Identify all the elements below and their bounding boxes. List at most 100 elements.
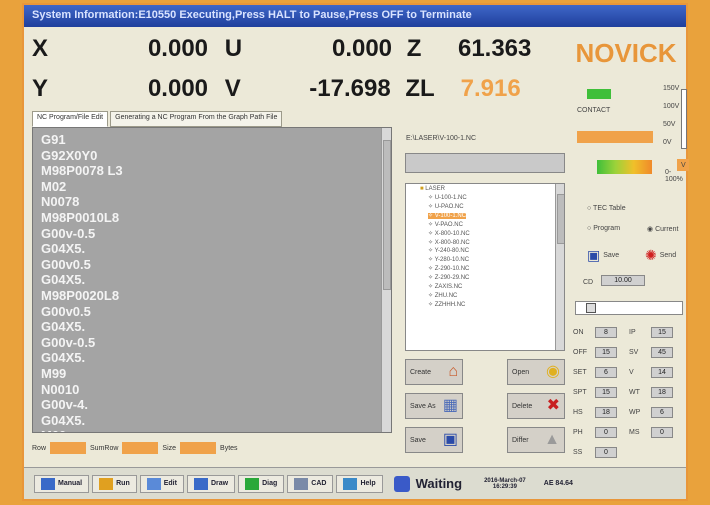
tree-item[interactable]: ✧ V-100-1.NC [428,212,564,221]
program-line[interactable]: N0010 [41,382,383,398]
tree-item[interactable]: ✧ X-800-10.NC [428,230,564,239]
save-button[interactable]: Save ▣ [405,427,463,453]
program-line[interactable]: G92X0Y0 [41,148,383,164]
program-line[interactable]: G91 [41,132,383,148]
taskbar-run-button[interactable]: Run [92,474,137,493]
cd-slider[interactable] [575,301,683,315]
run-icon [99,477,114,490]
program-line[interactable]: G04X5. [41,272,383,288]
program-line[interactable]: G04X5. [41,319,383,335]
tree-root[interactable]: ■ LASER [406,184,564,192]
tree-item[interactable]: ✧ Y-280-10.NC [428,256,564,265]
tree-item[interactable]: ✧ Z-290-29.NC [428,274,564,283]
sumrow-field [122,442,159,454]
delete-button[interactable]: Delete ✖ [507,393,565,419]
brand-logo: NOVICK [575,38,677,68]
program-line[interactable]: G00v0.5 [41,257,383,273]
tree-item[interactable]: ✧ X-800-80.NC [428,239,564,248]
help-icon [343,477,358,490]
io-value[interactable]: 18 [651,387,673,398]
program-lines: G91 G92X0Y0 M98P0078 L3 M02 N0078 M98P0010L8 G… [33,128,391,432]
editor-tabs: NC Program/File Edit Generating a NC Pro… [32,111,284,127]
folder-icon: ■ [420,186,424,192]
file-tree[interactable]: ■ LASER ✧ U-100-1.NC ✧ U-PAO.NC ✧ V-100-1.… [405,183,565,351]
program-editor[interactable]: G91 G92X0Y0 M98P0078 L3 M02 N0078 M98P0010L8 G… [32,127,392,433]
current-option[interactable]: ◉ Current [647,225,678,233]
program-line[interactable]: G00v-4. [41,397,383,413]
edit-icon [146,477,161,490]
size-field [180,442,217,454]
save-as-button[interactable]: Save As ▦ [405,393,463,419]
program-line[interactable]: G00v0.5 [41,304,383,320]
program-line[interactable]: M99 [41,366,383,382]
tree-item[interactable]: ✧ ZAXIS.NC [428,283,564,292]
taskbar-edit-button[interactable]: Edit [139,474,184,493]
send-button[interactable]: ✺ Send [645,247,676,264]
save-ctrl-button[interactable]: ▣ Save [587,247,619,264]
program-line[interactable]: G04X5. [41,241,383,257]
program-line[interactable]: M98P0020L8 [41,288,383,304]
io-label: MS [629,429,640,436]
io-label: PH [573,429,583,436]
taskbar-manual-button[interactable]: Manual [34,474,90,493]
taskbar: Manual Run Edit Draw Diag CAD Help Waiting 201… [24,467,686,499]
program-line[interactable]: N0078 [41,194,383,210]
io-value[interactable]: 0 [651,427,673,438]
tree-item[interactable]: ✧ U-100-1.NC [428,194,564,203]
system-info-bar: System Information:E10550 Executing,Pres… [24,5,686,27]
taskbar-help-button[interactable]: Help [336,474,383,493]
differ-button[interactable]: Differ ▲ [507,427,565,453]
io-label: WT [629,389,640,396]
file-name-field[interactable] [405,153,565,173]
io-label: IP [629,329,636,336]
taskbar-cad-button[interactable]: CAD [287,474,334,493]
program-line[interactable]: G04X5. [41,413,383,429]
tec-table-option[interactable]: ○ TEC Table [587,205,626,212]
taskbar-diag-button[interactable]: Diag [238,474,285,493]
io-value[interactable]: 6 [651,407,673,418]
program-option[interactable]: ○ Program [587,225,620,232]
io-value[interactable]: 15 [651,327,673,338]
program-scrollbar[interactable] [381,128,391,432]
io-value[interactable]: 0 [595,447,617,458]
tree-item[interactable]: ✧ Y-240-80.NC [428,247,564,256]
tree-item[interactable]: ✧ V-PAO.NC [428,221,564,230]
program-line[interactable]: M98P0010L8 [41,210,383,226]
io-label: SPT [573,389,587,396]
io-value[interactable]: 18 [595,407,617,418]
tree-item[interactable]: ✧ Z-290-10.NC [428,265,564,274]
tree-item[interactable]: ✧ ZZHHH.NC [428,301,564,310]
io-label: WP [629,409,641,416]
tab-generate-nc[interactable]: Generating a NC Program From the Graph P… [110,111,283,127]
taskbar-draw-button[interactable]: Draw [186,474,236,493]
program-line[interactable]: G04X5. [41,350,383,366]
program-line[interactable]: M00 [41,428,383,432]
level-gauge [597,160,652,174]
tab-nc-edit[interactable]: NC Program/File Edit [32,111,109,127]
io-value[interactable]: 6 [595,367,617,378]
clock: 2016-March-07 16:29:39 [484,477,526,490]
tree-scrollbar[interactable] [555,184,564,350]
row-field [50,442,87,454]
io-value[interactable]: 14 [651,367,673,378]
program-line[interactable]: M98P0078 L3 [41,163,383,179]
io-value[interactable]: 45 [651,347,673,358]
io-value[interactable]: 0 [595,427,617,438]
program-line[interactable]: G00v-0.5 [41,226,383,242]
program-line[interactable]: M02 [41,179,383,195]
io-value[interactable]: 8 [595,327,617,338]
tree-item[interactable]: ✧ U-PAO.NC [428,203,564,212]
open-button[interactable]: Open ◉ [507,359,565,385]
io-label: V [629,369,634,376]
program-line[interactable]: G00v-0.5 [41,335,383,351]
axis-x: X 0.000 U 0.000 Z 61.363 [32,35,532,62]
folder-open-icon: ◉ [546,363,560,380]
tree-item[interactable]: ✧ ZHU.NC [428,292,564,301]
send-icon: ✺ [645,247,657,263]
io-value[interactable]: 15 [595,347,617,358]
taskbar-buttons: Manual Run Edit Draw Diag CAD Help [34,474,386,493]
axis-y: Y 0.000 V -17.698 ZL 7.916 [32,75,521,102]
create-button[interactable]: Create ⌂ [405,359,463,385]
io-value[interactable]: 15 [595,387,617,398]
cd-value[interactable]: 10.00 [601,275,645,286]
